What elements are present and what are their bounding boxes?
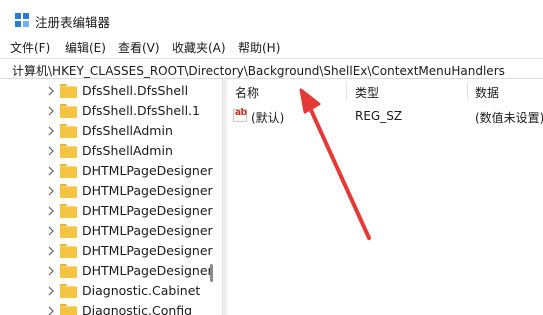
chevron-right-icon[interactable] [46, 205, 56, 217]
menu-edit[interactable]: 编辑(E) [65, 39, 106, 56]
chevron-right-icon[interactable] [46, 165, 56, 177]
folder-icon [60, 204, 77, 218]
chevron-right-icon[interactable] [46, 145, 56, 157]
menu-bar: 文件(F) 编辑(E) 查看(V) 收藏夹(A) 帮助(H) [0, 36, 543, 58]
tree-item[interactable]: DHTMLPageDesigner [0, 181, 213, 201]
column-type[interactable]: 类型 [355, 84, 379, 101]
registry-editor-icon [15, 13, 29, 27]
tree-item[interactable]: DfsShell.DfsShell [0, 81, 210, 101]
folder-icon [60, 264, 77, 278]
tree-item-label: DfsShellAdmin [82, 143, 173, 158]
tree-item[interactable]: DfsShellAdmin [0, 121, 210, 141]
address-bar[interactable]: 计算机\HKEY_CLASSES_ROOT\Directory\Backgrou… [0, 58, 543, 79]
value-name: (默认) [251, 111, 285, 125]
column-data[interactable]: 数据 [475, 84, 499, 101]
tree-item-label: DHTMLPageDesigner [82, 223, 213, 238]
tree-item[interactable]: DHTMLPageDesigner [0, 161, 213, 181]
tree-item-label: DfsShell.DfsShell [82, 83, 189, 98]
folder-icon [60, 304, 77, 315]
tree-item-label: DHTMLPageDesigner [82, 163, 213, 178]
chevron-right-icon[interactable] [46, 225, 56, 237]
column-header: 名称 类型 数据 [227, 79, 543, 102]
folder-icon [60, 164, 77, 178]
folder-icon [60, 184, 77, 198]
value-row[interactable]: ab (默认) REG_SZ (数值未设置) [227, 106, 543, 126]
window-title: 注册表编辑器 [35, 15, 111, 30]
chevron-right-icon[interactable] [46, 285, 56, 297]
menu-file[interactable]: 文件(F) [10, 39, 50, 56]
tree-item-label: DfsShellAdmin [82, 123, 173, 138]
column-divider[interactable] [346, 82, 347, 100]
value-data: (数值未设置) [475, 111, 543, 125]
tree-item-label: DHTMLPageDesigner [82, 263, 213, 278]
values-list[interactable]: 名称 类型 数据 ab (默认) REG_SZ (数值未设置) [227, 79, 543, 315]
folder-icon [60, 224, 77, 238]
key-tree[interactable]: DfsShell.DfsShell DfsShell.DfsShell.1 Df… [0, 79, 222, 315]
chevron-right-icon[interactable] [46, 185, 56, 197]
menu-help[interactable]: 帮助(H) [238, 39, 280, 56]
folder-icon [60, 144, 77, 158]
chevron-right-icon[interactable] [46, 105, 56, 117]
chevron-right-icon[interactable] [46, 245, 56, 257]
address-path[interactable]: 计算机\HKEY_CLASSES_ROOT\Directory\Backgrou… [12, 62, 505, 79]
tree-item-label: DfsShell.DfsShell.1 [82, 103, 200, 118]
tree-scrollbar[interactable] [210, 264, 213, 282]
tree-item-label: Diagnostic.Config [82, 303, 193, 315]
tree-item[interactable]: Diagnostic.Config [0, 301, 210, 315]
title-bar: 注册表编辑器 [0, 0, 543, 36]
tree-item-label: DHTMLPageDesigner [82, 183, 213, 198]
folder-icon [60, 244, 77, 258]
value-type: REG_SZ [355, 109, 403, 123]
tree-item[interactable]: DfsShellAdmin [0, 141, 210, 161]
chevron-right-icon[interactable] [46, 125, 56, 137]
tree-item[interactable]: DfsShell.DfsShell.1 [0, 101, 210, 121]
menu-view[interactable]: 查看(V) [118, 39, 160, 56]
folder-icon [60, 104, 77, 118]
tree-item[interactable]: DHTMLPageDesigner [0, 221, 213, 241]
chevron-right-icon[interactable] [46, 265, 56, 277]
column-name[interactable]: 名称 [235, 84, 259, 101]
tree-item-label: DHTMLPageDesigner [82, 203, 213, 218]
tree-item[interactable]: DHTMLPageDesigner [0, 241, 213, 261]
folder-icon [60, 84, 77, 98]
string-value-icon: ab [233, 108, 247, 122]
chevron-right-icon[interactable] [46, 85, 56, 97]
chevron-right-icon[interactable] [46, 305, 56, 315]
folder-icon [60, 284, 77, 298]
tree-item-label: DHTMLPageDesigner [82, 243, 213, 258]
tree-item[interactable]: DHTMLPageDesigner [0, 261, 213, 281]
menu-favorites[interactable]: 收藏夹(A) [172, 39, 226, 56]
tree-item[interactable]: DHTMLPageDesigner [0, 201, 213, 221]
tree-item-label: Diagnostic.Cabinet [82, 283, 201, 298]
column-divider[interactable] [467, 82, 468, 100]
tree-item[interactable]: Diagnostic.Cabinet [0, 281, 210, 301]
folder-icon [60, 124, 77, 138]
